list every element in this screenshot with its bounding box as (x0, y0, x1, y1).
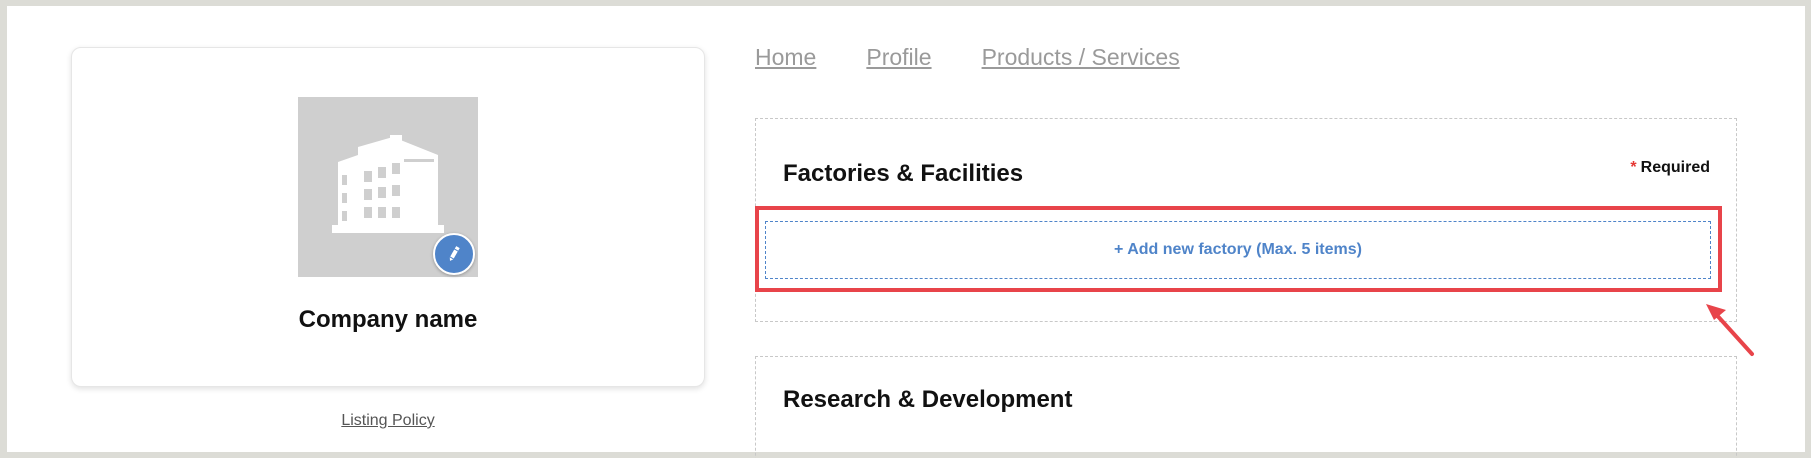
rnd-section: Research & Development (755, 356, 1737, 458)
required-label: Required (1640, 159, 1710, 176)
listing-policy-link[interactable]: Listing Policy (71, 412, 705, 430)
company-name: Company name (298, 306, 478, 333)
pencil-icon (449, 246, 460, 261)
edit-logo-button[interactable] (433, 233, 475, 275)
factories-title: Factories & Facilities (783, 160, 1024, 187)
profile-nav: Home Profile Products / Services (755, 44, 1180, 71)
arrow-annotation-icon (1706, 304, 1754, 356)
nav-home[interactable]: Home (755, 44, 816, 71)
required-star: * (1630, 159, 1637, 176)
required-indicator: * Required (1630, 159, 1710, 177)
factories-section: Factories & Facilities * Required + Add n… (755, 118, 1737, 322)
company-card: Company name (71, 47, 705, 387)
add-factory-button[interactable]: + Add new factory (Max. 5 items) (765, 221, 1711, 279)
nav-profile[interactable]: Profile (866, 44, 931, 71)
nav-products-services[interactable]: Products / Services (982, 44, 1180, 71)
rnd-title: Research & Development (783, 386, 1073, 413)
